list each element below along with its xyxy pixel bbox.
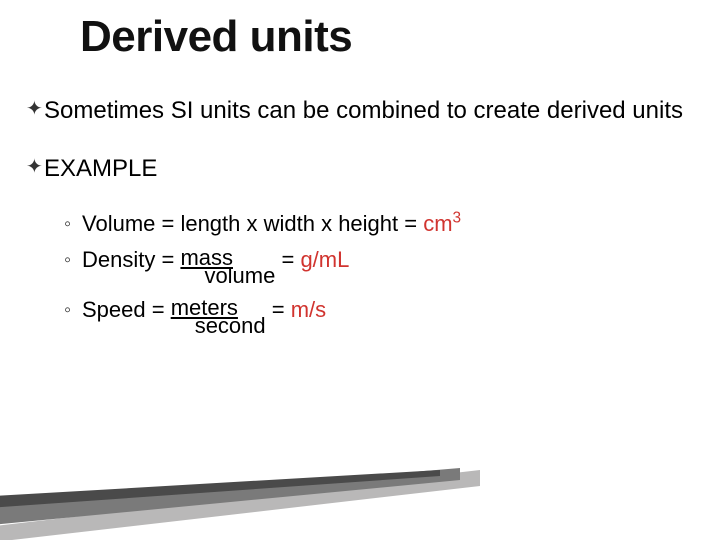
example-text: Volume = length x width x height = cm3 [82,211,461,237]
sub-bullet-icon: ◦ [64,297,82,323]
bullet-item: ✦ EXAMPLE [26,153,690,185]
speed-fraction: meterssecond [171,297,266,337]
slide-body: ✦ Sometimes SI units can be combined to … [26,95,690,343]
example-list: ◦ Volume = length x width x height = cm3… [64,211,690,337]
density-unit: g/mL [300,247,349,272]
density-fraction: massvolume [180,247,275,287]
bullet-mark-icon: ✦ [26,153,44,181]
volume-prefix: Volume = length x width x height = [82,211,423,236]
example-text: Speed = meterssecond = m/s [82,297,326,337]
example-volume: ◦ Volume = length x width x height = cm3 [64,211,690,237]
decorative-swoosh-icon [0,440,480,540]
slide-title: Derived units [80,12,352,62]
bullet-text: Sometimes SI units can be combined to cr… [44,95,683,127]
equals-sign: = [275,247,300,272]
sub-bullet-icon: ◦ [64,211,82,237]
bullet-item: ✦ Sometimes SI units can be combined to … [26,95,690,127]
example-text: Density = massvolume = g/mL [82,247,349,287]
bullet-text: EXAMPLE [44,153,157,185]
sub-bullet-icon: ◦ [64,247,82,273]
bullet-mark-icon: ✦ [26,95,44,123]
speed-unit: m/s [291,297,326,322]
equals-sign: = [266,297,291,322]
example-speed: ◦ Speed = meterssecond = m/s [64,297,690,337]
density-prefix: Density = [82,247,180,272]
example-density: ◦ Density = massvolume = g/mL [64,247,690,287]
speed-prefix: Speed = [82,297,171,322]
volume-unit: cm3 [423,211,461,236]
fraction-denominator: second [195,315,266,337]
fraction-denominator: volume [204,265,275,287]
